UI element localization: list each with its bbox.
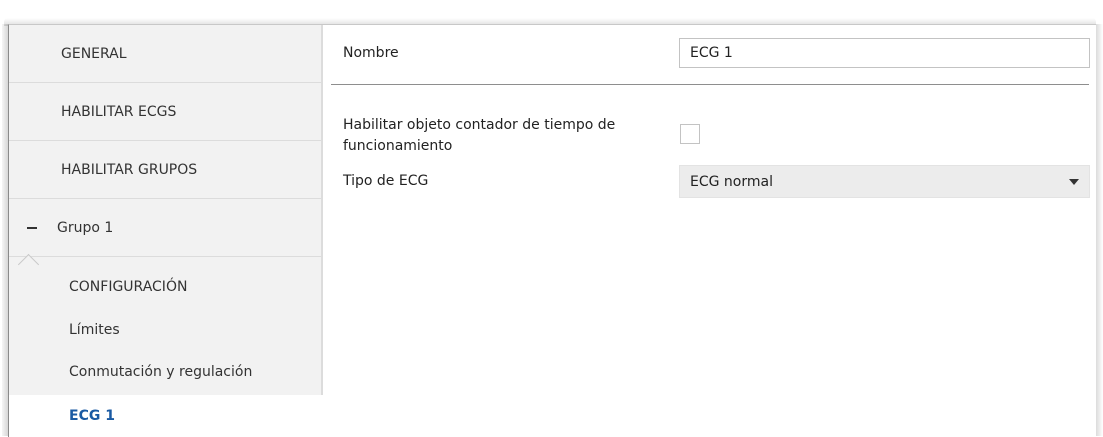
sidebar-subitem-label: CONFIGURACIÓN (69, 279, 188, 295)
contador-label-line-1: Habilitar objeto contador de tiempo de (343, 117, 616, 133)
window-shadow-right (1095, 24, 1103, 436)
sidebar-subitem-configuracion[interactable]: CONFIGURACIÓN (9, 267, 321, 307)
sidebar-subitem-ecg-1[interactable]: ECG 1 (9, 395, 325, 437)
nombre-label: Nombre (343, 45, 399, 61)
sidebar-subitem-limites[interactable]: Límites (9, 310, 321, 350)
minus-icon[interactable] (27, 226, 37, 229)
contador-label-line-2: funcionamiento (343, 138, 453, 154)
sidebar-subitem-label: Conmutación y regulación (69, 364, 253, 380)
sidebar-subitem-label: ECG 1 (69, 408, 115, 424)
parameters-panel: Nombre Habilitar objeto contador de tiem… (323, 25, 1096, 437)
sidebar-subitem-label: Límites (69, 322, 120, 338)
sidebar-item-habilitar-ecgs[interactable]: HABILITAR ECGS (9, 83, 321, 141)
sidebar-group-label: Grupo 1 (57, 219, 114, 236)
nombre-input[interactable] (679, 38, 1090, 68)
sidebar-item-general[interactable]: GENERAL (9, 25, 321, 83)
contador-checkbox[interactable] (680, 124, 700, 144)
chevron-down-icon[interactable] (1069, 179, 1079, 185)
sidebar-item-habilitar-grupos[interactable]: HABILITAR GRUPOS (9, 141, 321, 199)
tipo-ecg-label: Tipo de ECG (343, 173, 429, 189)
parameter-window: GENERAL HABILITAR ECGS HABILITAR GRUPOS … (8, 24, 1096, 437)
sidebar-item-label: HABILITAR ECGS (61, 103, 177, 120)
section-divider (331, 84, 1089, 85)
sidebar-subitem-conmutacion[interactable]: Conmutación y regulación (9, 352, 321, 392)
sidebar-item-label: HABILITAR GRUPOS (61, 161, 198, 178)
tipo-ecg-select[interactable]: ECG normal (679, 165, 1090, 198)
sidebar: GENERAL HABILITAR ECGS HABILITAR GRUPOS … (9, 25, 325, 437)
tipo-ecg-value: ECG normal (690, 173, 773, 190)
sidebar-item-label: GENERAL (61, 45, 127, 62)
sidebar-group-grupo-1[interactable]: Grupo 1 (9, 199, 321, 257)
